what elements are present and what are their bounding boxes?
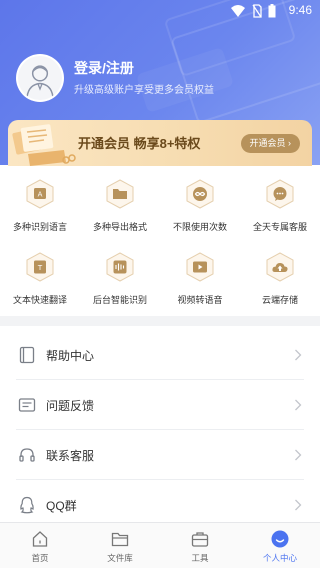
bottom-tab-bar: 首页 文件库 工具 个人中心 [0, 522, 320, 568]
menu-item-label: 联系客服 [46, 449, 95, 463]
menu-item-label: 问题反馈 [46, 399, 95, 413]
feature-label: 全天专属客服 [252, 222, 307, 232]
folder-icon [106, 179, 134, 209]
vip-banner[interactable]: 开通会员 畅享8+特权 开通会员 › [8, 120, 312, 166]
waveform-icon [106, 252, 134, 282]
infinity-icon [186, 179, 214, 209]
menu-item-help-center[interactable]: 帮助中心 [0, 330, 320, 380]
chevron-right-icon [295, 499, 302, 511]
video-icon [186, 252, 214, 282]
toolbox-icon [191, 532, 209, 547]
default-avatar-icon [18, 56, 62, 100]
feature-label: 云端存储 [261, 295, 298, 305]
feature-background-recognition[interactable]: 后台智能识别 [80, 239, 160, 311]
feature-label: 文本快速翻译 [12, 295, 67, 305]
language-icon: A [26, 179, 54, 209]
vip-documents-illustration [12, 124, 76, 166]
chevron-right-icon [295, 449, 302, 461]
menu-item-contact-support[interactable]: 联系客服 [0, 430, 320, 480]
feature-label: 视频转语音 [177, 295, 223, 305]
tab-label: 首页 [31, 553, 49, 563]
tab-label: 个人中心 [262, 553, 297, 563]
tab-profile[interactable]: 个人中心 [240, 523, 320, 568]
tab-label: 工具 [191, 553, 209, 563]
feature-label: 多种导出格式 [92, 222, 147, 232]
feature-languages[interactable]: A 多种识别语言 [0, 166, 80, 238]
tab-tools[interactable]: 工具 [160, 523, 240, 568]
battery-icon [268, 4, 276, 18]
feature-export-formats[interactable]: 多种导出格式 [80, 166, 160, 238]
feature-support[interactable]: 全天专属客服 [240, 166, 320, 238]
section-separator [0, 316, 320, 326]
profile-screen: 9:46 登录/注册 升级高级账户享受更多会员权益 开通会员 畅享8+特权 开通… [0, 0, 320, 568]
status-time: 9:46 [288, 3, 312, 17]
wifi-icon [231, 5, 245, 17]
vip-features-grid: A 多种识别语言 多种导出格式 不限使用次数 全天专属客服 T 文本快速翻译 后… [0, 166, 320, 311]
translate-icon: T [26, 252, 54, 282]
feature-label: 不限使用次数 [172, 222, 227, 232]
folder-icon [111, 532, 129, 547]
tab-home[interactable]: 首页 [0, 523, 80, 568]
open-vip-button[interactable]: 开通会员 › [240, 134, 300, 153]
menu-item-feedback[interactable]: 问题反馈 [0, 380, 320, 430]
settings-menu: 帮助中心 问题反馈 联系客服 QQ群 [0, 326, 320, 522]
status-bar: 9:46 [0, 0, 320, 24]
svg-text:A: A [38, 191, 43, 199]
tab-label: 文件库 [107, 553, 133, 563]
chevron-right-icon [295, 399, 302, 411]
tab-file-library[interactable]: 文件库 [80, 523, 160, 568]
profile-login-area[interactable]: 登录/注册 升级高级账户享受更多会员权益 [16, 54, 306, 104]
chevron-right-icon [295, 349, 302, 361]
chat-icon [266, 179, 294, 209]
feature-unlimited[interactable]: 不限使用次数 [160, 166, 240, 238]
qq-icon [20, 496, 34, 514]
login-title[interactable]: 登录/注册 [74, 58, 134, 78]
feedback-icon [18, 398, 36, 412]
headset-icon [19, 448, 35, 462]
login-subtitle: 升级高级账户享受更多会员权益 [74, 85, 214, 96]
svg-text:T: T [37, 264, 43, 272]
feature-cloud-storage[interactable]: 云端存储 [240, 239, 320, 311]
profile-icon [271, 530, 289, 548]
menu-item-label: QQ群 [46, 499, 77, 513]
home-icon [32, 531, 48, 547]
book-icon [19, 346, 35, 364]
cloud-upload-icon [266, 252, 294, 282]
vip-promo-text: 开通会员 畅享8+特权 [78, 136, 201, 151]
feature-translate[interactable]: T 文本快速翻译 [0, 239, 80, 311]
feature-label: 后台智能识别 [92, 295, 147, 305]
menu-item-label: 帮助中心 [46, 349, 95, 363]
avatar[interactable] [16, 54, 64, 102]
no-sim-icon [252, 4, 262, 18]
feature-label: 多种识别语言 [12, 222, 67, 232]
feature-video-to-audio[interactable]: 视频转语音 [160, 239, 240, 311]
